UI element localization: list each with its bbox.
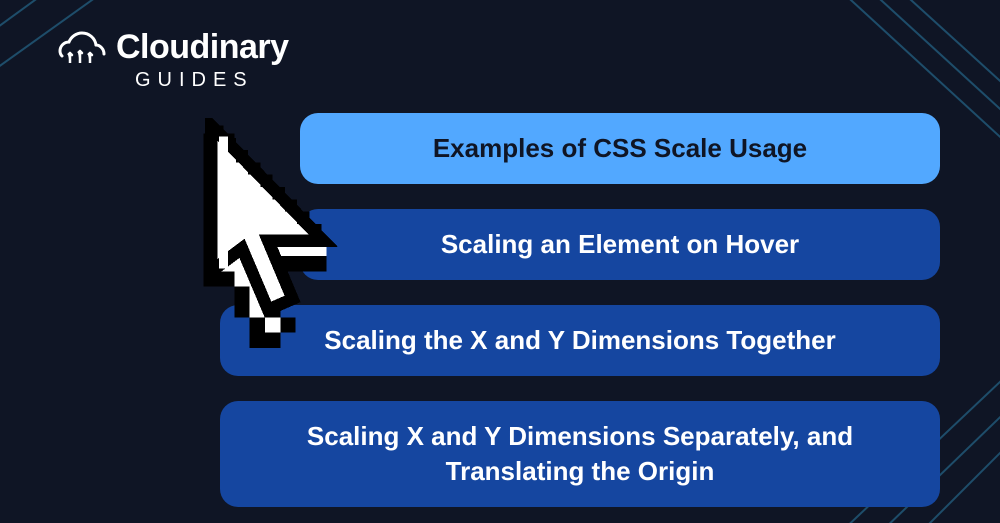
guide-item-hover[interactable]: Scaling an Element on Hover — [300, 209, 940, 280]
brand-name: Cloudinary — [116, 28, 289, 67]
guide-item-label: Scaling an Element on Hover — [441, 227, 799, 262]
guide-item-label: Examples of CSS Scale Usage — [433, 131, 807, 166]
cloud-icon — [58, 31, 106, 65]
brand-subtitle: GUIDES — [135, 69, 254, 92]
guide-item-examples[interactable]: Examples of CSS Scale Usage — [300, 113, 940, 184]
cursor-icon — [170, 118, 360, 348]
guide-item-label: Scaling the X and Y Dimensions Together — [324, 323, 835, 358]
guide-item-label: Scaling X and Y Dimensions Separately, a… — [250, 419, 910, 489]
brand-logo: Cloudinary GUIDES — [58, 28, 289, 92]
guide-item-xy-separate[interactable]: Scaling X and Y Dimensions Separately, a… — [220, 401, 940, 507]
